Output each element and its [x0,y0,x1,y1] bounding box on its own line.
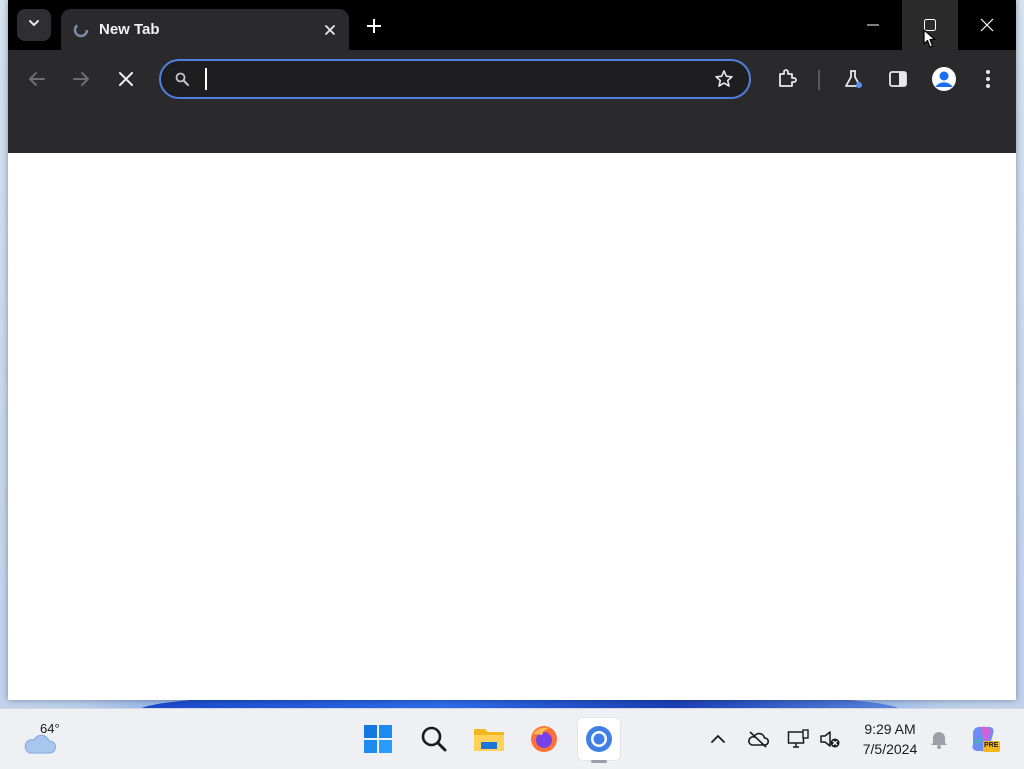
copilot-icon [972,726,1000,752]
copilot-button[interactable]: PRE [968,723,1002,755]
arrow-left-icon [29,72,45,86]
copilot-badge: PRE [984,742,999,749]
profile-button[interactable] [927,62,961,96]
volume-button[interactable] [818,727,842,751]
start-button[interactable] [356,717,400,761]
window-close-button[interactable] [959,0,1015,50]
browser-window: New Tab [8,0,1016,700]
search-icon [173,70,191,88]
firefox-icon [531,726,557,752]
network-icon [787,729,809,748]
tab-strip: New Tab [8,0,1016,50]
search-icon [421,726,447,752]
bell-icon [931,732,947,749]
close-icon [325,24,335,35]
chrome-icon [586,726,612,752]
show-hidden-icons-button[interactable] [706,727,730,751]
folder-icon [474,729,504,751]
address-input[interactable] [201,63,709,95]
avatar-icon [932,67,956,91]
weather-temperature: 64° [40,721,60,736]
forward-button[interactable] [64,62,98,96]
new-tab-button[interactable] [360,12,388,40]
extensions-button[interactable] [770,62,804,96]
taskbar: 64° 9:29 AM 7/5/2024 PRE [0,708,1024,769]
flask-icon [845,70,862,88]
back-button[interactable] [20,62,54,96]
toolbar-separator [818,70,820,90]
stop-loading-button[interactable] [109,62,143,96]
network-button[interactable] [786,727,810,751]
clock[interactable]: 9:29 AM 7/5/2024 [850,719,930,759]
search-button[interactable] [412,717,456,761]
notifications-button[interactable] [927,727,951,751]
address-bar[interactable] [159,59,751,99]
bookmark-star-button[interactable] [709,64,739,94]
puzzle-icon [779,69,797,87]
side-panel-button[interactable] [881,62,915,96]
close-icon [980,18,994,32]
plus-icon [367,19,381,33]
tab-new-tab[interactable]: New Tab [61,9,349,50]
chrome-button[interactable] [577,717,621,763]
labs-button[interactable] [836,62,870,96]
onedrive-button[interactable] [746,727,770,751]
star-icon [715,70,733,87]
chevron-up-icon [711,734,725,743]
minimize-button[interactable] [845,0,901,50]
more-vertical-icon [986,70,990,88]
close-icon [119,72,133,86]
tab-search-button[interactable] [17,9,51,41]
text-caret [205,68,207,90]
tab-close-button[interactable] [317,17,343,43]
page-content [8,153,1016,700]
mouse-cursor-icon [923,29,936,48]
cloud-offline-icon [748,731,769,748]
loading-spinner-icon [73,22,89,38]
firefox-button[interactable] [522,717,566,761]
running-indicator [591,760,607,763]
side-panel-icon [889,71,907,87]
tab-title: New Tab [99,21,160,38]
speaker-muted-icon [820,731,840,748]
weather-widget[interactable]: 64° [22,719,82,759]
menu-button[interactable] [971,62,1005,96]
browser-toolbar [8,50,1016,153]
minimize-icon [867,24,879,26]
clock-date: 7/5/2024 [862,741,918,757]
chevron-down-icon [27,16,41,35]
file-explorer-button[interactable] [467,717,511,761]
clock-time: 9:29 AM [864,721,916,737]
arrow-right-icon [73,72,89,86]
windows-logo-icon [364,725,392,753]
